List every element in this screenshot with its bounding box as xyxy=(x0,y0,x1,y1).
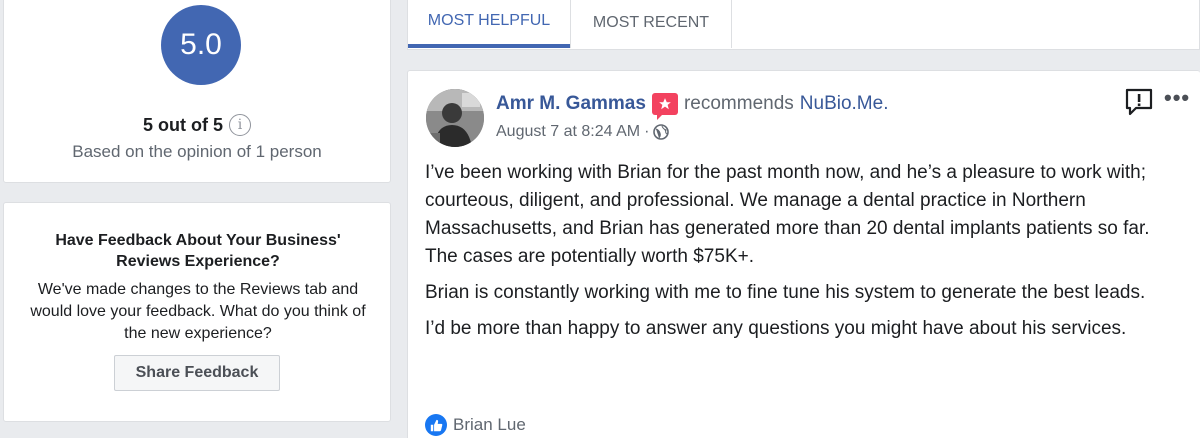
meta-separator: · xyxy=(644,123,650,140)
review-paragraph: Brian is constantly working with me to f… xyxy=(425,282,1146,303)
rating-card: 5.0 5 out of 5 i Based on the opinion of… xyxy=(3,0,391,183)
globe-icon xyxy=(653,124,670,140)
rating-score-circle: 5.0 xyxy=(161,5,241,85)
tab-most-helpful[interactable]: MOST HELPFUL xyxy=(408,0,570,48)
review-meta: August 7 at 8:24 AM · xyxy=(496,123,670,141)
feedback-body: We've made changes to the Reviews tab an… xyxy=(30,281,366,342)
rating-summary: 5 out of 5 xyxy=(143,114,223,135)
avatar[interactable] xyxy=(426,89,484,147)
rating-summary-row: 5 out of 5 i xyxy=(4,114,390,136)
reaction-name[interactable]: Brian Lue xyxy=(453,415,526,435)
review-paragraph: I’d be more than happy to answer any que… xyxy=(425,318,1127,339)
tab-most-recent[interactable]: MOST RECENT xyxy=(570,0,732,48)
review-text: I’ve been working with Brian for the pas… xyxy=(425,159,1177,351)
more-options-icon[interactable]: ••• xyxy=(1164,85,1198,111)
share-feedback-button[interactable]: Share Feedback xyxy=(114,355,280,391)
rating-based-on: Based on the opinion of 1 person xyxy=(72,142,322,161)
reviewer-line: Amr M. Gammas recommends NuBio.Me. xyxy=(496,93,889,120)
review-sort-tabs: MOST HELPFUL MOST RECENT xyxy=(407,0,1200,50)
reviewer-name-link[interactable]: Amr M. Gammas xyxy=(496,93,646,115)
review-paragraph: I’ve been working with Brian for the pas… xyxy=(425,162,1150,267)
page-name-link[interactable]: NuBio.Me. xyxy=(800,93,889,115)
recommend-badge-icon xyxy=(651,93,678,120)
reactions-row[interactable]: Brian Lue xyxy=(425,414,526,436)
recommends-text: recommends xyxy=(683,93,794,114)
review-timestamp[interactable]: August 7 at 8:24 AM xyxy=(496,123,640,141)
info-icon[interactable]: i xyxy=(229,114,251,136)
feedback-title: Have Feedback About Your Business' Revie… xyxy=(55,232,341,270)
like-icon xyxy=(425,414,447,436)
feedback-card: Have Feedback About Your Business' Revie… xyxy=(3,202,391,422)
report-icon[interactable] xyxy=(1124,87,1154,117)
review-card: Amr M. Gammas recommends NuBio.Me. Augus… xyxy=(407,70,1200,438)
